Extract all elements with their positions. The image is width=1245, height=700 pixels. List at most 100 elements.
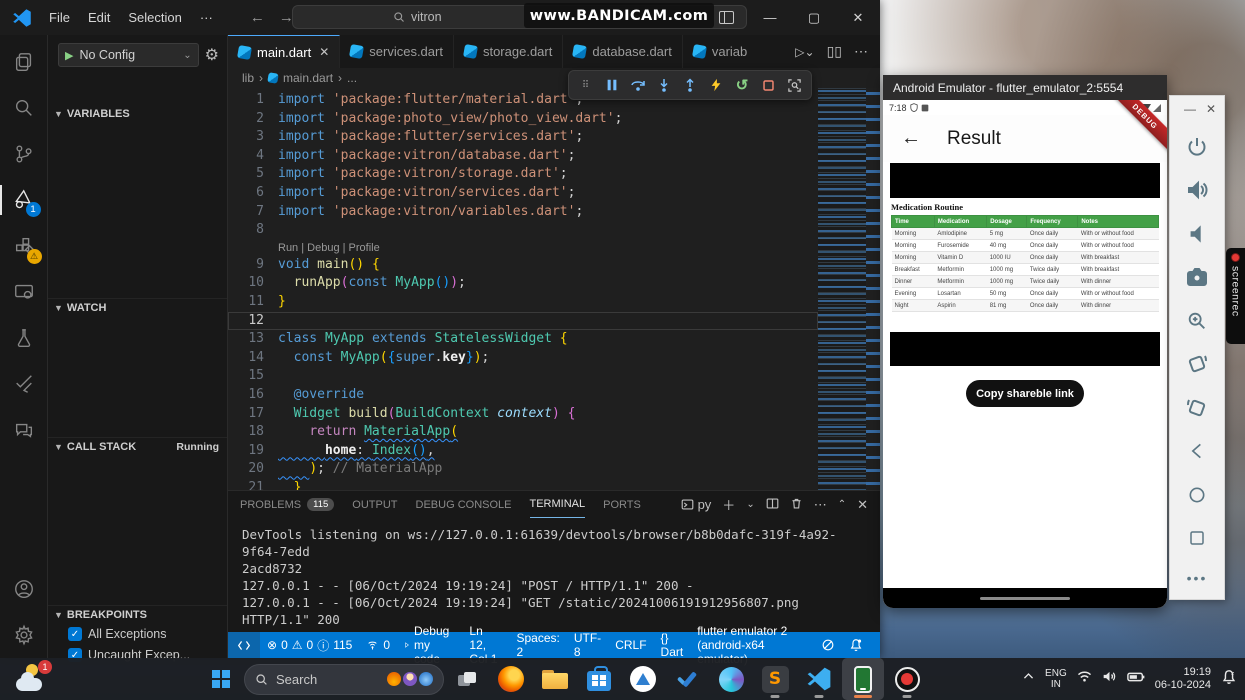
rotate-left-icon[interactable] [1182, 349, 1212, 379]
sublime-text-icon[interactable]: S [754, 658, 796, 700]
split-editor-icon[interactable]: ▯▯ [827, 43, 842, 60]
rotate-right-icon[interactable] [1182, 393, 1212, 423]
android-home-icon[interactable] [1182, 480, 1212, 510]
widget-inspector-icon[interactable] [783, 74, 805, 96]
launch-settings-gear-icon[interactable]: ⚙ [205, 45, 219, 65]
device-selector[interactable]: flutter emulator 2 (android-x64 emulator… [690, 624, 814, 666]
minimize-button[interactable]: — [748, 0, 792, 35]
editor-more-actions-icon[interactable]: ⋯ [854, 43, 868, 60]
vscode-taskbar-icon[interactable] [798, 658, 840, 700]
code-line[interactable]: 7 import 'package:vitron/variables.dart'; [228, 203, 818, 222]
android-back-icon[interactable] [1182, 436, 1212, 466]
taskbar-weather-widget[interactable]: 1 [16, 660, 52, 694]
settings-gear-icon[interactable] [0, 612, 48, 658]
remote-explorer-icon[interactable] [0, 269, 48, 315]
debug-session-status[interactable]: Debug my code [397, 624, 462, 666]
code-line[interactable]: 13 class MyApp extends StatelessWidget { [228, 330, 818, 349]
notification-bell-icon[interactable]: z [1221, 669, 1237, 690]
battery-tray-icon[interactable] [1126, 670, 1145, 688]
panel-close-button[interactable]: ✕ [1206, 102, 1216, 116]
panel-more-icon[interactable]: ⋯ [814, 497, 827, 513]
launch-config-dropdown[interactable]: ▶ No Config ⌄ [58, 43, 199, 67]
tab-terminal[interactable]: TERMINAL [529, 491, 586, 518]
screenrec-taskbar-icon[interactable] [886, 658, 928, 700]
emulator-title-bar[interactable]: Android Emulator - flutter_emulator_2:55… [883, 75, 1167, 100]
terminal-output[interactable]: DevTools listening on ws://127.0.0.1:616… [228, 518, 880, 632]
ports-status[interactable]: 0 [359, 632, 397, 658]
code-line[interactable]: 21 } [228, 479, 818, 490]
code-line[interactable]: 8 [228, 221, 818, 240]
code-line[interactable]: 18 return MaterialApp( [228, 423, 818, 442]
eol-status[interactable]: CRLF [608, 632, 653, 658]
zoom-icon[interactable] [1182, 306, 1212, 336]
code-line[interactable]: 6 import 'package:vitron/services.dart'; [228, 184, 818, 203]
menu-more[interactable]: ··· [191, 6, 222, 29]
hot-reload-icon[interactable] [705, 74, 727, 96]
extensions-icon[interactable]: ⚠ [0, 223, 48, 269]
power-button-icon[interactable] [1182, 132, 1212, 162]
checkbox-checked-icon[interactable]: ✓ [68, 627, 82, 641]
code-line[interactable]: 16 @override [228, 386, 818, 405]
split-terminal-icon[interactable] [766, 497, 779, 513]
tab-services-dart[interactable]: services.dart [340, 35, 454, 68]
shell-type-icon[interactable]: py [681, 497, 711, 512]
code-line[interactable]: 10 runApp(const MyApp()); [228, 274, 818, 293]
tab-main-dart[interactable]: main.dart ✕ [228, 35, 341, 68]
volume-tray-icon[interactable] [1102, 670, 1117, 688]
search-sidebar-icon[interactable] [0, 85, 48, 131]
tab-close-icon[interactable]: ✕ [319, 45, 329, 59]
stop-icon[interactable] [757, 74, 779, 96]
flutter-icon[interactable] [0, 361, 48, 407]
volume-up-icon[interactable] [1182, 175, 1212, 205]
run-play-icon[interactable]: ▶ [65, 49, 73, 62]
encoding-status[interactable]: UTF-8 [567, 631, 608, 659]
step-into-icon[interactable] [653, 74, 675, 96]
todo-check-icon[interactable] [666, 658, 708, 700]
phone-screen[interactable]: DEBUG 7:18 ← Result Medication Routine T… [883, 100, 1167, 608]
notifications-bell-icon[interactable] [842, 632, 870, 658]
code-line[interactable]: 17 Widget build(BuildContext context) { [228, 405, 818, 424]
tab-database-dart[interactable]: database.dart [563, 35, 683, 68]
volume-down-icon[interactable] [1182, 219, 1212, 249]
code-line[interactable]: 11} [228, 293, 818, 312]
code-line[interactable]: 15 [228, 367, 818, 386]
run-file-button[interactable]: ▷⌄ [795, 45, 814, 59]
copilot-disabled-icon[interactable] [814, 632, 842, 658]
back-arrow-icon[interactable]: ← [901, 127, 921, 150]
taskbar-clock[interactable]: 19:19 06-10-2024 [1155, 666, 1211, 692]
code-line[interactable]: 4 import 'package:vitron/database.dart'; [228, 147, 818, 166]
tab-ports[interactable]: PORTS [603, 491, 641, 518]
run-debug-icon[interactable]: 1 [0, 177, 48, 223]
terminal-dropdown-icon[interactable]: ⌄ [746, 499, 754, 510]
comments-icon[interactable] [0, 407, 48, 453]
taskbar-search[interactable]: Search [244, 663, 444, 695]
indentation-status[interactable]: Spaces: 2 [510, 631, 567, 659]
firefox-icon[interactable] [490, 658, 532, 700]
menu-selection[interactable]: Selection [119, 6, 190, 29]
minimap[interactable] [818, 88, 866, 490]
explorer-icon[interactable] [0, 39, 48, 85]
new-terminal-icon[interactable]: ＋ [722, 495, 735, 514]
more-options-icon[interactable]: ••• [1182, 563, 1212, 593]
screenshot-camera-icon[interactable] [1182, 262, 1212, 292]
task-view-button[interactable] [446, 658, 488, 700]
overview-ruler[interactable] [866, 88, 880, 490]
cursor-position[interactable]: Ln 12, Col 1 [462, 624, 509, 666]
wifi-tray-icon[interactable] [1077, 670, 1092, 688]
restart-icon[interactable]: ↺ [731, 74, 753, 96]
maximize-button[interactable]: ▢ [792, 0, 836, 35]
close-button[interactable]: ✕ [836, 0, 880, 35]
home-indicator[interactable] [980, 596, 1070, 600]
testing-icon[interactable] [0, 315, 48, 361]
source-control-icon[interactable] [0, 131, 48, 177]
code-line[interactable]: 20 ); // MaterialApp [228, 460, 818, 479]
android-overview-icon[interactable] [1182, 523, 1212, 553]
watch-section-header[interactable]: ▼ WATCH [48, 298, 227, 317]
language-mode[interactable]: {} Dart [654, 631, 691, 659]
screenrec-widget[interactable]: screenrec [1226, 248, 1245, 344]
kill-terminal-icon[interactable] [790, 497, 803, 513]
breakpoint-all-exceptions[interactable]: ✓ All Exceptions [68, 627, 167, 641]
toolbar-drag-grip[interactable]: ⠿ [575, 74, 597, 96]
menu-edit[interactable]: Edit [79, 6, 119, 29]
callstack-section-header[interactable]: ▼ CALL STACK Running [48, 437, 227, 456]
